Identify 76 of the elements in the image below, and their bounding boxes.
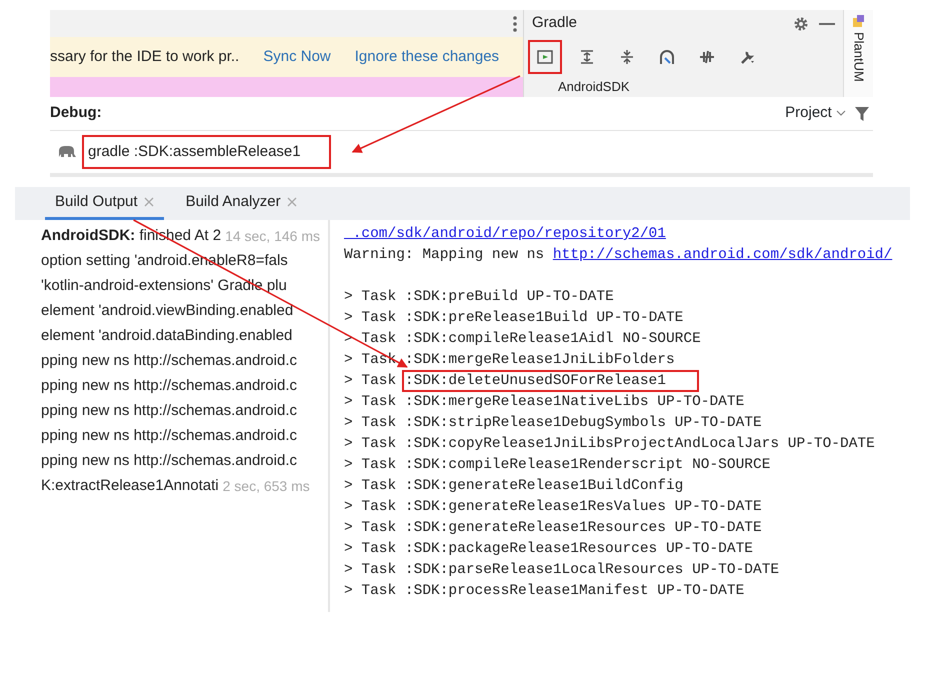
view-dropdown[interactable]: Project [784, 101, 847, 126]
console-text: NO-SOURCE [622, 331, 701, 347]
console-text: :SDK:mergeRelease1JniLibFolders [404, 352, 675, 368]
console-text: :SDK:preBuild [404, 289, 518, 305]
console-text: UP-TO-DATE [666, 541, 753, 557]
console-text: > Task [344, 394, 396, 410]
console-text: > Task [344, 415, 396, 431]
console-text: :SDK:mergeRelease1NativeLibs [404, 394, 649, 410]
console-text: > Task [344, 352, 396, 368]
elephant-icon [56, 145, 76, 159]
console-text: :SDK:copyRelease1JniLibsProjectAndLocalJars [404, 436, 780, 452]
duration-text: 14 sec, 146 ms [225, 227, 320, 246]
duration-text: 2 sec, 653 ms [222, 477, 310, 496]
tree-item[interactable]: AndroidSDK [558, 79, 630, 94]
panel-title: Debug: [50, 103, 103, 124]
console-text: Warning: Mapping new ns [344, 247, 544, 263]
wrench-icon [739, 49, 755, 65]
console-text: UP-TO-DATE [526, 289, 614, 305]
console-text: :SDK:stripRelease1DebugSymbols [404, 415, 666, 431]
console-text: > Task [344, 541, 396, 557]
tree-item[interactable]: pping new ns http://schemas.android.c [41, 450, 297, 473]
console-text: > Task [344, 310, 396, 326]
terminal-icon [537, 49, 553, 65]
toolbar-button[interactable] [528, 40, 562, 74]
console-link[interactable]: .com/sdk/android/repo/repository2/01 [344, 226, 666, 242]
console-text: UP-TO-DATE [596, 310, 684, 326]
caret-icon [836, 110, 846, 116]
tree-item[interactable]: pping new ns http://schemas.android.c [41, 350, 297, 373]
tree-item[interactable]: element 'android.dataBinding.enabled [41, 325, 292, 348]
console-text: UP-TO-DATE [674, 520, 762, 536]
console-text: :SDK:deleteUnusedSOForRelease1 [404, 373, 696, 389]
expand-all-icon [579, 49, 595, 65]
console-text: > Task [344, 289, 396, 305]
minimize-icon[interactable] [819, 22, 835, 24]
console-text: UP-TO-DATE [674, 415, 762, 431]
tree-item[interactable]: K:extractRelease1Annotati [41, 475, 219, 498]
console-text: UP-TO-DATE [674, 499, 762, 515]
console-text: > Task [344, 478, 396, 494]
filter-icon[interactable] [855, 106, 869, 120]
run-item[interactable]: gradle :SDK:assembleRelease1 [82, 134, 331, 170]
console-text: > Task [344, 373, 396, 389]
tab[interactable]: Build Analyzer [176, 187, 307, 220]
console-text: :SDK:generateRelease1Resources [404, 520, 666, 536]
console-text: > Task [344, 562, 396, 578]
notification-link[interactable]: Ignore these changes [354, 46, 500, 68]
collapse-all-icon [619, 49, 635, 65]
console-text: UP-TO-DATE [657, 394, 744, 410]
console-text: UP-TO-DATE [788, 436, 875, 452]
console-text: :SDK:compileRelease1Aidl [404, 331, 614, 347]
console-link[interactable]: http://schemas.android.com/sdk/android/ [552, 247, 892, 263]
tree-item[interactable]: pping new ns http://schemas.android.c [41, 425, 297, 448]
console-text: :SDK:generateRelease1BuildConfig [404, 478, 684, 494]
tree-item[interactable]: pping new ns http://schemas.android.c [41, 400, 297, 423]
console-text: NO-SOURCE [692, 457, 770, 473]
plugin-icon[interactable] [852, 14, 866, 28]
console-text: :SDK:compileRelease1Renderscript [404, 457, 684, 473]
console-text: :SDK:processRelease1Manifest [404, 583, 649, 599]
notification-text: ssary for the IDE to work pr.. [50, 46, 240, 67]
console-text: :SDK:packageRelease1Resources [404, 541, 658, 557]
tree-item[interactable]: pping new ns http://schemas.android.c [41, 375, 297, 398]
tab[interactable]: Build Output [45, 187, 164, 220]
console-text: UP-TO-DATE [657, 583, 744, 599]
console-text: :SDK:generateRelease1ResValues [404, 499, 666, 515]
console-text: > Task [344, 436, 396, 452]
console-text: > Task [344, 457, 396, 473]
tree-item[interactable]: element 'android.viewBinding.enabled [41, 300, 294, 323]
console-text: > Task [344, 499, 396, 515]
console-text: :SDK:parseRelease1LocalResources [404, 562, 684, 578]
console-text: :SDK:preRelease1Build [404, 310, 588, 326]
notification-link[interactable]: Sync Now [263, 46, 331, 68]
console-text: UP-TO-DATE [692, 562, 780, 578]
console-text: > Task [344, 583, 396, 599]
settings-icon[interactable] [793, 16, 809, 32]
more-icon[interactable] [513, 16, 517, 32]
panel-title: Gradle [532, 13, 578, 34]
console-text: > Task [344, 520, 396, 536]
